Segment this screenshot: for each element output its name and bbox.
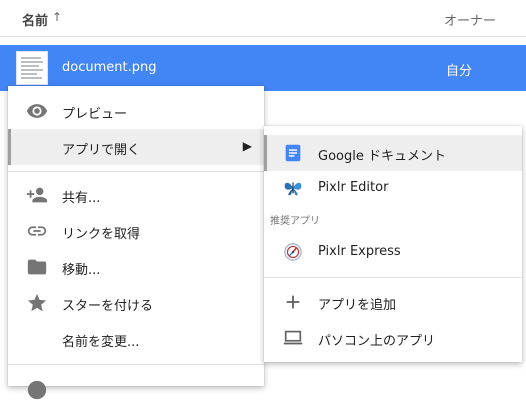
submenu-item-label: Google ドキュメント	[318, 149, 446, 164]
menu-item-label: スターを付ける	[62, 299, 154, 314]
chevron-right-icon: ▶	[242, 139, 252, 153]
menu-item-share[interactable]: 共有...	[8, 177, 264, 213]
pixlr-express-icon	[282, 241, 304, 263]
submenu-item-add-app[interactable]: アプリを追加	[264, 284, 522, 320]
open-with-submenu: Google ドキュメント Pixlr Editor 推奨アプリ Pixlr E…	[264, 126, 522, 362]
menu-item-get-link[interactable]: リンクを取得	[8, 213, 264, 249]
menu-item-move[interactable]: 移動...	[8, 249, 264, 285]
owner-column-header[interactable]: オーナー	[444, 10, 496, 29]
menu-item-label: アプリで開く	[62, 143, 141, 158]
folder-icon	[26, 256, 48, 278]
file-thumbnail	[16, 51, 48, 85]
submenu-item-google-docs[interactable]: Google ドキュメント	[264, 135, 522, 171]
laptop-icon	[282, 327, 304, 349]
submenu-item-label: パソコン上のアプリ	[318, 334, 436, 349]
star-icon	[26, 292, 48, 314]
menu-item-label: リンクを取得	[62, 227, 141, 242]
menu-item-partial[interactable]	[8, 372, 264, 408]
plus-icon	[282, 291, 304, 313]
recommended-apps-label: 推奨アプリ	[270, 216, 320, 227]
context-menu: プレビュー アプリで開く ▶ 共有... リンクを取得 移動... スターを付け…	[8, 86, 264, 400]
submenu-item-pixlr-editor[interactable]: Pixlr Editor	[264, 170, 522, 206]
submenu-item-computer-apps[interactable]: パソコン上のアプリ	[264, 320, 522, 356]
menu-item-open-with[interactable]: アプリで開く ▶	[8, 129, 264, 165]
info-icon	[26, 379, 48, 401]
submenu-item-label: Pixlr Express	[318, 244, 401, 259]
person-add-icon	[26, 184, 48, 206]
menu-item-star[interactable]: スターを付ける	[8, 285, 264, 321]
menu-item-label: 共有...	[62, 191, 101, 206]
file-row-selected[interactable]: document.png 自分	[0, 45, 526, 91]
menu-divider	[8, 364, 264, 365]
file-list-header: 名前 ↑ オーナー	[0, 0, 526, 37]
submenu-item-label: Pixlr Editor	[318, 180, 389, 195]
submenu-divider	[264, 277, 522, 278]
link-icon	[26, 220, 48, 242]
arrow-up-icon[interactable]: ↑	[52, 10, 62, 24]
file-name: document.png	[62, 60, 157, 75]
menu-item-label: 移動...	[62, 263, 101, 278]
name-column-header[interactable]: 名前	[22, 10, 48, 29]
google-docs-icon	[282, 142, 304, 164]
submenu-item-label: アプリを追加	[318, 298, 397, 313]
menu-divider	[8, 171, 264, 172]
eye-icon	[26, 100, 48, 122]
file-owner: 自分	[446, 64, 473, 79]
menu-item-preview[interactable]: プレビュー	[8, 93, 264, 129]
pixlr-editor-icon	[282, 177, 304, 199]
menu-item-label: 名前を変更...	[62, 335, 140, 350]
menu-item-rename[interactable]: 名前を変更...	[8, 321, 264, 357]
submenu-item-pixlr-express[interactable]: Pixlr Express	[264, 234, 522, 270]
menu-item-label: プレビュー	[62, 107, 128, 122]
